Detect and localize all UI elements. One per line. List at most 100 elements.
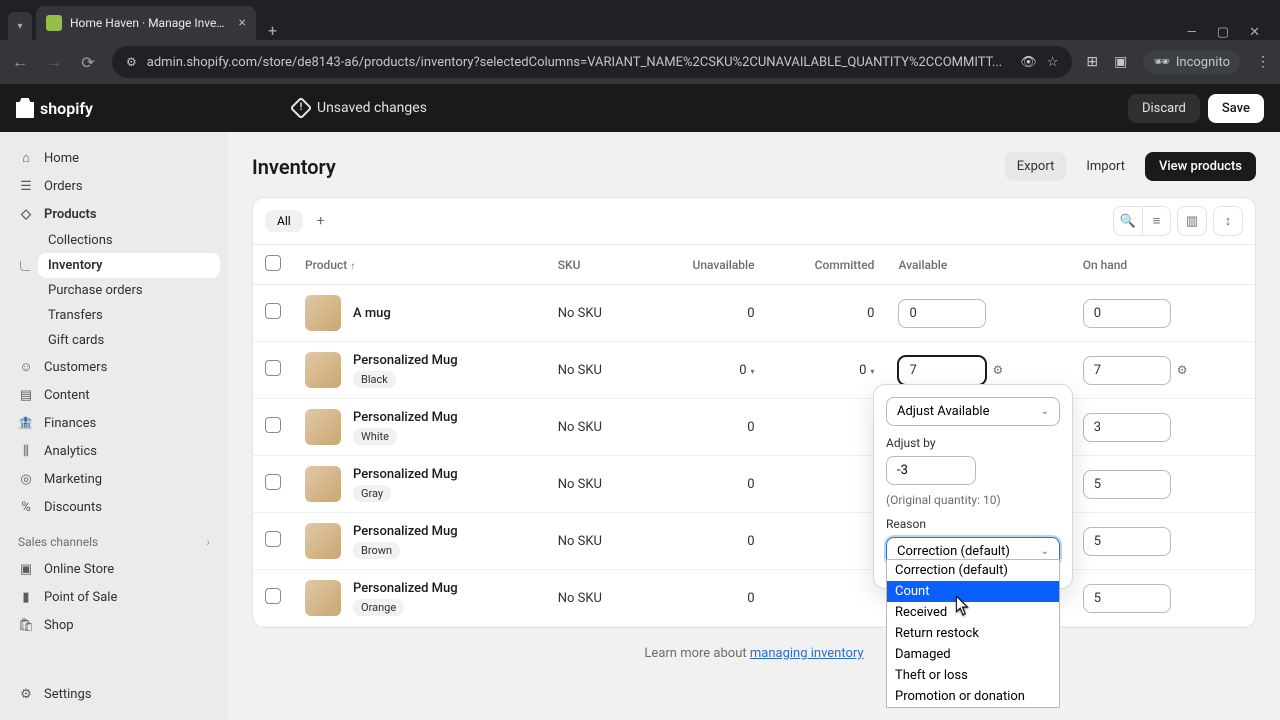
sales-channels-header[interactable]: Sales channels › — [8, 521, 220, 555]
on-hand-input[interactable] — [1083, 527, 1171, 556]
col-available[interactable]: Available — [886, 245, 1070, 285]
row-checkbox[interactable] — [265, 417, 281, 433]
reason-option[interactable]: Promotion or donation — [887, 686, 1059, 707]
unavailable-cell[interactable]: 0▾ — [643, 342, 766, 399]
incognito-badge[interactable]: 🕶 Incognito — [1143, 51, 1240, 74]
sidebar-item-collections[interactable]: Collections — [38, 228, 220, 253]
on-hand-input[interactable] — [1083, 413, 1171, 442]
sidebar-item-settings[interactable]: ⚙Settings — [8, 680, 220, 708]
reason-option[interactable]: Count — [887, 581, 1059, 602]
committed-cell[interactable] — [767, 513, 887, 570]
eye-off-icon[interactable]: 👁 — [1020, 55, 1037, 70]
discard-button[interactable]: Discard — [1128, 94, 1200, 123]
col-sku[interactable]: SKU — [546, 245, 644, 285]
available-input[interactable] — [898, 299, 986, 328]
unavailable-cell[interactable]: 0 — [643, 513, 766, 570]
save-button[interactable]: Save — [1208, 94, 1264, 123]
select-all-checkbox[interactable] — [265, 255, 281, 271]
close-window-icon[interactable]: ✕ — [1249, 25, 1260, 40]
product-name[interactable]: Personalized Mug — [353, 410, 458, 425]
row-checkbox[interactable] — [265, 531, 281, 547]
sidebar-item-discounts[interactable]: %Discounts — [8, 493, 220, 521]
col-committed[interactable]: Committed — [767, 245, 887, 285]
forward-button[interactable]: → — [44, 52, 64, 72]
sidebar-item-content[interactable]: ▤Content — [8, 381, 220, 409]
browser-tab[interactable]: Home Haven · Manage Invento × — [36, 6, 256, 40]
adjust-by-input[interactable] — [886, 456, 976, 485]
export-button[interactable]: Export — [1005, 152, 1067, 181]
product-name[interactable]: Personalized Mug — [353, 581, 458, 596]
filter-icon[interactable]: ≡ — [1142, 207, 1170, 235]
reason-option[interactable]: Damaged — [887, 644, 1059, 665]
managing-inventory-link[interactable]: managing inventory — [750, 646, 864, 661]
row-checkbox[interactable] — [265, 360, 281, 376]
add-view-button[interactable]: + — [309, 209, 333, 233]
available-input[interactable] — [898, 356, 986, 385]
sidebar-item-transfers[interactable]: Transfers — [38, 303, 220, 328]
sidebar-item-finances[interactable]: 🏦Finances — [8, 409, 220, 437]
sidebar-item-home[interactable]: ⌂Home — [8, 144, 220, 172]
product-name[interactable]: Personalized Mug — [353, 524, 458, 539]
committed-cell[interactable] — [767, 456, 887, 513]
adjust-mode-select[interactable]: Adjust Available ⌄ — [886, 397, 1060, 426]
url-box[interactable]: ⚙ admin.shopify.com/store/de8143-a6/prod… — [112, 46, 1072, 78]
sidebar-item-products[interactable]: ◇Products — [8, 200, 220, 228]
sidebar-item-shop[interactable]: 🛍Shop — [8, 611, 220, 639]
product-name[interactable]: Personalized Mug — [353, 467, 458, 482]
sidebar-item-inventory[interactable]: Inventory — [38, 253, 220, 278]
tab-list-dropdown[interactable]: ▾ — [8, 12, 32, 40]
row-checkbox[interactable] — [265, 588, 281, 604]
on-hand-input[interactable] — [1083, 299, 1171, 328]
sidebar-item-purchase-orders[interactable]: Purchase orders — [38, 278, 220, 303]
panel-icon[interactable]: ▣ — [1114, 54, 1127, 70]
close-icon[interactable]: × — [239, 15, 246, 31]
unavailable-cell[interactable]: 0 — [643, 456, 766, 513]
reason-option[interactable]: Theft or loss — [887, 665, 1059, 686]
adjust-icon[interactable]: ⚙ — [1177, 363, 1188, 377]
unavailable-cell[interactable]: 0 — [643, 570, 766, 627]
sidebar-item-online-store[interactable]: ▣Online Store — [8, 555, 220, 583]
col-unavailable[interactable]: Unavailable — [643, 245, 766, 285]
shopify-logo[interactable]: shopify — [16, 98, 93, 118]
minimize-icon[interactable]: — — [1187, 25, 1197, 40]
site-settings-icon[interactable]: ⚙ — [126, 55, 137, 69]
product-name[interactable]: A mug — [353, 306, 391, 321]
view-products-button[interactable]: View products — [1145, 152, 1256, 181]
unavailable-cell[interactable]: 0 — [643, 399, 766, 456]
reload-button[interactable]: ⟳ — [78, 53, 98, 72]
maximize-icon[interactable]: ▢ — [1217, 25, 1229, 40]
col-product[interactable]: Product ↑ — [293, 245, 546, 285]
back-button[interactable]: ← — [10, 52, 30, 72]
sidebar-item-pos[interactable]: ▮Point of Sale — [8, 583, 220, 611]
col-on-hand[interactable]: On hand — [1071, 245, 1255, 285]
on-hand-input[interactable] — [1083, 470, 1171, 499]
reason-option[interactable]: Received — [887, 602, 1059, 623]
row-checkbox[interactable] — [265, 474, 281, 490]
search-icon[interactable]: 🔍 — [1114, 207, 1142, 235]
committed-cell[interactable] — [767, 570, 887, 627]
extensions-icon[interactable]: ⊞ — [1086, 54, 1098, 70]
menu-icon[interactable]: ⋮ — [1256, 54, 1270, 70]
columns-icon[interactable]: ▥ — [1178, 207, 1206, 235]
on-hand-input[interactable] — [1083, 356, 1171, 385]
row-checkbox[interactable] — [265, 303, 281, 319]
committed-cell[interactable]: 0 — [767, 285, 887, 342]
committed-cell[interactable] — [767, 399, 887, 456]
adjust-icon[interactable]: ⚙ — [992, 363, 1003, 377]
reason-option[interactable]: Correction (default) — [887, 560, 1059, 581]
import-button[interactable]: Import — [1074, 152, 1137, 181]
sort-icon[interactable]: ↕ — [1214, 207, 1242, 235]
sidebar-item-marketing[interactable]: ◎Marketing — [8, 465, 220, 493]
new-tab-button[interactable]: + — [256, 21, 289, 40]
sidebar-item-customers[interactable]: ☺Customers — [8, 353, 220, 381]
sidebar-item-orders[interactable]: ☰Orders — [8, 172, 220, 200]
sidebar-item-analytics[interactable]: ⫼Analytics — [8, 437, 220, 465]
unavailable-cell[interactable]: 0 — [643, 285, 766, 342]
on-hand-input[interactable] — [1083, 584, 1171, 613]
star-icon[interactable]: ☆ — [1047, 55, 1059, 70]
sidebar-item-gift-cards[interactable]: Gift cards — [38, 328, 220, 353]
tab-all[interactable]: All — [265, 210, 303, 232]
committed-cell[interactable]: 0▾ — [767, 342, 887, 399]
product-name[interactable]: Personalized Mug — [353, 353, 458, 368]
reason-option[interactable]: Return restock — [887, 623, 1059, 644]
